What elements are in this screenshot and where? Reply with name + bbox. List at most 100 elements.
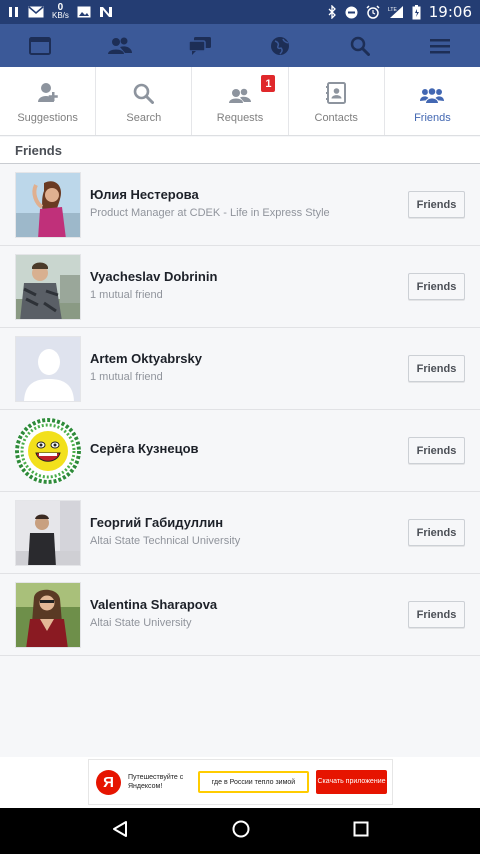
status-bar: 0 KB/s LTE 19:06: [0, 0, 480, 24]
list-item[interactable]: Artem Oktyabrsky 1 mutual friend Friends: [0, 328, 480, 410]
nav-friend-requests[interactable]: [80, 24, 160, 67]
friends-button[interactable]: Friends: [408, 601, 465, 628]
section-header: Friends: [0, 137, 480, 164]
friends-tab-bar: Suggestions Search 1 Requests Contacts F…: [0, 67, 480, 136]
search-icon: [350, 36, 370, 56]
back-icon: [113, 820, 127, 837]
avatar[interactable]: [15, 335, 81, 402]
friend-subtitle: Altai State Technical University: [90, 534, 241, 547]
back-button[interactable]: [111, 820, 129, 843]
avatar[interactable]: [15, 171, 81, 238]
messages-icon: [188, 36, 211, 55]
home-icon: [232, 820, 250, 837]
friends-button[interactable]: Friends: [408, 437, 465, 464]
friend-name[interactable]: Artem Oktyabrsky: [90, 351, 408, 366]
friends-icon: [108, 37, 132, 54]
friend-name[interactable]: Георгий Габидуллин: [90, 515, 408, 530]
list-item[interactable]: Юлия Нестерова Product Manager at CDEK -…: [0, 164, 480, 246]
friends-button[interactable]: Friends: [408, 191, 465, 218]
friends-button[interactable]: Friends: [408, 273, 465, 300]
tab-requests-label: Requests: [216, 112, 264, 124]
search-icon: [133, 83, 155, 104]
tab-suggestions-label: Suggestions: [17, 112, 78, 124]
friend-list: Юлия Нестерова Product Manager at CDEK -…: [0, 164, 480, 656]
friend-subtitle: Altai State University: [90, 616, 192, 629]
n-app-icon: [99, 6, 113, 18]
tab-contacts-label: Contacts: [314, 112, 358, 124]
list-item[interactable]: Vyacheslav Dobrinin 1 mutual friend Frie…: [0, 246, 480, 328]
tab-search-icon-wrap: [133, 78, 155, 104]
android-navigation-bar: [0, 808, 480, 854]
avatar[interactable]: [15, 499, 81, 566]
friend-info: Valentina Sharapova Altai State Universi…: [90, 597, 408, 629]
status-right: LTE 19:06: [328, 3, 472, 21]
tab-suggestions-icon-wrap: [37, 78, 58, 104]
avatar[interactable]: [15, 417, 81, 484]
pause-icon: [8, 6, 20, 18]
friend-info: Серёга Кузнецов: [90, 441, 408, 456]
requests-icon: [229, 88, 251, 103]
friend-subtitle: Product Manager at CDEK - Life in Expres…: [90, 206, 330, 219]
profile-photo-icon: [16, 172, 80, 237]
ad-download-button[interactable]: Скачать приложение: [316, 770, 387, 794]
profile-photo-icon: [16, 582, 80, 647]
friend-info: Artem Oktyabrsky 1 mutual friend: [90, 351, 408, 383]
network-speed: 0 KB/s: [52, 3, 69, 20]
friend-name[interactable]: Valentina Sharapova: [90, 597, 408, 612]
recents-button[interactable]: [353, 821, 369, 842]
network-type: LTE: [388, 7, 397, 13]
ad-banner[interactable]: Я Путешествуйте с Яндексом! где в России…: [88, 759, 393, 805]
profile-photo-icon: [16, 500, 80, 565]
friend-subtitle: 1 mutual friend: [90, 288, 163, 301]
lte-signal-icon: LTE: [388, 5, 404, 19]
avatar[interactable]: [15, 581, 81, 648]
default-profile-icon: [16, 336, 80, 401]
network-speed-unit: KB/s: [52, 11, 69, 20]
image-icon: [77, 6, 91, 18]
nav-notifications[interactable]: [240, 24, 320, 67]
tab-contacts-icon-wrap: [326, 78, 347, 104]
friend-name[interactable]: Юлия Нестерова: [90, 187, 408, 202]
nav-search[interactable]: [320, 24, 400, 67]
friend-info: Vyacheslav Dobrinin 1 mutual friend: [90, 269, 408, 301]
friend-name[interactable]: Серёга Кузнецов: [90, 441, 408, 456]
tab-contacts[interactable]: Contacts: [289, 67, 385, 135]
nav-messages[interactable]: [160, 24, 240, 67]
friend-subtitle: 1 mutual friend: [90, 370, 163, 383]
friend-name[interactable]: Vyacheslav Dobrinin: [90, 269, 408, 284]
tab-friends-icon-wrap: [420, 78, 445, 104]
section-title: Friends: [15, 142, 62, 158]
ad-area: Я Путешествуйте с Яндексом! где в России…: [0, 757, 480, 808]
tab-search-label: Search: [126, 112, 162, 124]
globe-icon: [271, 36, 289, 55]
list-item[interactable]: Valentina Sharapova Altai State Universi…: [0, 574, 480, 656]
top-navigation: [0, 24, 480, 67]
avatar[interactable]: [15, 253, 81, 320]
tab-friends-label: Friends: [414, 112, 451, 124]
friends-button[interactable]: Friends: [408, 519, 465, 546]
friends-button[interactable]: Friends: [408, 355, 465, 382]
add-person-icon: [37, 83, 58, 102]
contacts-icon: [326, 82, 347, 104]
friend-info: Юлия Нестерова Product Manager at CDEK -…: [90, 187, 408, 219]
smiley-face-icon: [15, 417, 81, 484]
tab-requests-icon-wrap: [229, 78, 251, 104]
ad-text: Путешествуйте с Яндексом!: [128, 774, 184, 790]
list-item[interactable]: Серёга Кузнецов Friends: [0, 410, 480, 492]
status-left: 0 KB/s: [8, 3, 113, 20]
tab-friends[interactable]: Friends: [385, 67, 480, 135]
clock: 19:06: [428, 3, 472, 21]
ad-search-box[interactable]: где в России тепло зимой: [198, 771, 309, 793]
nav-menu[interactable]: [400, 24, 480, 67]
menu-icon: [430, 38, 450, 53]
list-item[interactable]: Георгий Габидуллин Altai State Technical…: [0, 492, 480, 574]
tab-search[interactable]: Search: [96, 67, 193, 135]
mail-icon: [28, 6, 44, 18]
nav-news-feed[interactable]: [0, 24, 80, 67]
battery-icon: [412, 4, 421, 20]
recents-icon: [353, 821, 369, 836]
tab-requests[interactable]: 1 Requests: [192, 67, 289, 135]
feed-icon: [29, 36, 51, 55]
tab-suggestions[interactable]: Suggestions: [0, 67, 97, 135]
home-button[interactable]: [231, 819, 251, 844]
